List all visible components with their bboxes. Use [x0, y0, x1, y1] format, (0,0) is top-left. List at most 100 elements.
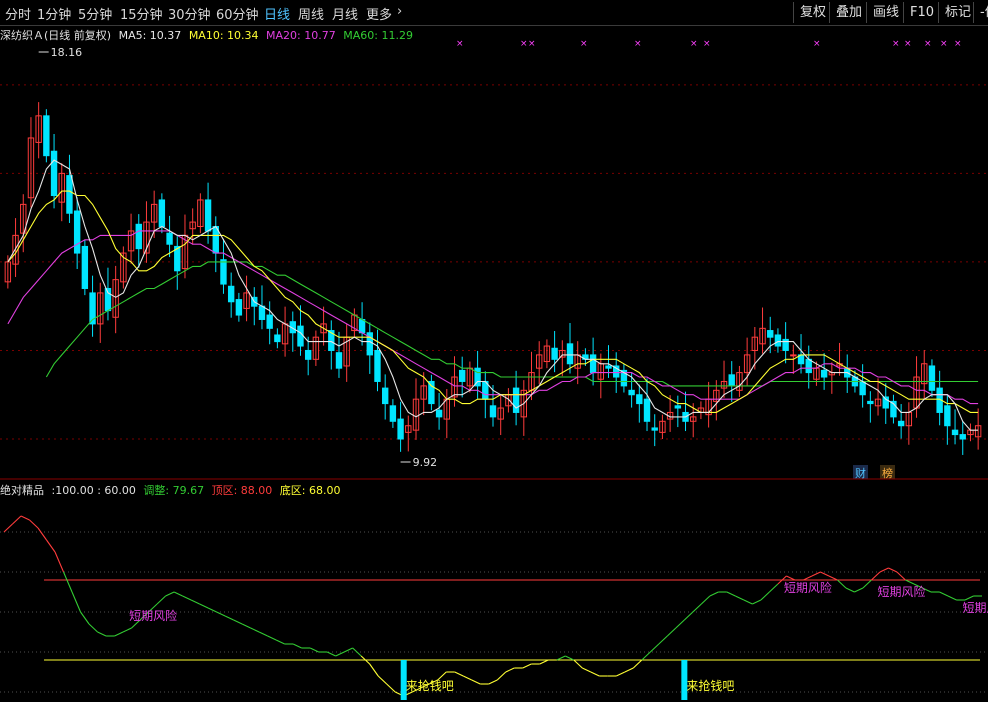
tab-30min[interactable]: 30分钟 [168, 4, 211, 23]
tab-15min[interactable]: 15分钟 [120, 4, 163, 23]
buy-signal-label-2: 来抢钱吧 [686, 678, 734, 693]
indicator-segment [63, 571, 73, 593]
diejia-button[interactable]: 叠加 [829, 2, 868, 23]
candle-body [66, 175, 73, 214]
candle-body [913, 376, 920, 409]
risk-label-3: 短期风险 [784, 580, 832, 595]
indicator-params: :100.00 : 60.00 [51, 484, 136, 497]
indicator-segment [80, 611, 90, 625]
indicator-segment [683, 611, 694, 621]
bang-badge-bg [880, 465, 895, 479]
ma20-legend: MA20: 10.77 [266, 29, 336, 42]
candle-body [150, 203, 158, 223]
candle-body [166, 232, 173, 245]
cai-badge[interactable]: 财 [855, 466, 866, 480]
more-tools-button[interactable]: -份 [973, 2, 988, 23]
indicator-segment [947, 595, 957, 601]
indicator-segment [360, 655, 371, 665]
badges: 财 榜 [853, 465, 895, 480]
candle-body [328, 330, 335, 351]
candle-body [959, 434, 966, 440]
candle-body [890, 400, 897, 418]
tab-fenshi[interactable]: 分时 [5, 4, 31, 23]
candle-body [389, 405, 397, 422]
candle-body [435, 409, 443, 418]
candle-body [174, 245, 181, 272]
candle-body [928, 365, 936, 391]
chevron-right-icon[interactable]: › [397, 4, 402, 19]
indicator-segment [122, 627, 132, 633]
candle-body [659, 420, 666, 433]
tab-1min[interactable]: 1分钟 [37, 4, 71, 23]
candle-body [697, 407, 705, 413]
indicator-segment [675, 619, 685, 629]
candle-body [790, 354, 797, 357]
ma10-legend: MA10: 10.34 [188, 29, 259, 42]
candle-body [366, 332, 373, 356]
chart-canvas[interactable]: × × × × × × × × × × × × × 18.16 9.92 财 榜 短期风险来抢钱吧 来抢钱… [0, 0, 988, 702]
indicator-segment [811, 571, 821, 577]
candle-body [805, 358, 812, 374]
indicator-segment [565, 655, 575, 661]
candle-body [859, 380, 866, 396]
indicator-segment [309, 647, 319, 653]
candle-body [820, 369, 828, 378]
top-zone-legend: 顶区: 88.00 [211, 484, 273, 497]
tab-daily[interactable]: 日线 [264, 4, 290, 23]
candle-body [451, 376, 458, 398]
indicator-segment [496, 671, 507, 681]
indicator-segment [726, 591, 736, 597]
bang-badge[interactable]: 榜 [882, 466, 893, 480]
candle-body [220, 259, 227, 285]
f10-button[interactable]: F10 [903, 2, 940, 23]
indicator-segment [888, 567, 898, 573]
candle-body [767, 330, 774, 338]
indicator-segment [828, 575, 838, 581]
candle-body [559, 349, 566, 358]
buy-marker-1 [400, 660, 407, 700]
candle-body [235, 299, 243, 316]
huaxian-button[interactable]: 画线 [866, 2, 905, 23]
candle-body [428, 380, 435, 405]
indicator-segment [862, 579, 872, 589]
indicator-segment [913, 583, 923, 589]
indicator-segment [896, 571, 906, 581]
indicator-segment [488, 679, 498, 685]
candle-body [297, 325, 304, 347]
candle-body [512, 387, 520, 413]
indicator-segment [267, 635, 277, 641]
indicator-segment [641, 651, 651, 661]
main-legend: 深纺织Ａ(日线 前复权) MA5: 10.37 MA10: 10.34 MA20… [0, 27, 417, 43]
candle-body [844, 367, 851, 378]
candle-body [967, 429, 974, 436]
indicator-segment [12, 515, 22, 525]
candle-body [97, 292, 104, 325]
top-marker-6: × [703, 39, 711, 49]
tab-60min[interactable]: 60分钟 [216, 4, 259, 23]
candle-body [628, 389, 635, 396]
indicator-segment [632, 659, 643, 669]
indicator-segment [250, 627, 260, 633]
candle-body [974, 425, 982, 438]
candle-body [81, 245, 89, 289]
tab-5min[interactable]: 5分钟 [78, 4, 112, 23]
candle-body [112, 279, 119, 318]
indicator-segment [352, 647, 362, 657]
toolbar: 分时 1分钟 5分钟 15分钟 30分钟 60分钟 日线 周线 月线 更多 › … [0, 0, 988, 26]
candle-body [836, 363, 843, 367]
biaoji-button[interactable]: 标记 [938, 2, 977, 23]
indicator-segment [37, 527, 47, 541]
risk-label-5: 短期风险 [963, 600, 988, 615]
candle-body [197, 199, 204, 228]
tab-weekly[interactable]: 周线 [298, 4, 324, 23]
fuquan-button[interactable]: 复权 [793, 2, 832, 23]
indicator-segment [275, 639, 285, 645]
tab-more[interactable]: 更多 [366, 4, 392, 23]
indicator-lines [3, 515, 982, 697]
indicator-segment [29, 519, 39, 529]
indicator-segment [165, 591, 175, 597]
tab-monthly[interactable]: 月线 [332, 4, 358, 23]
indicator-segment [700, 595, 711, 605]
indicator-segment [343, 647, 353, 653]
ma10-line [7, 190, 979, 413]
